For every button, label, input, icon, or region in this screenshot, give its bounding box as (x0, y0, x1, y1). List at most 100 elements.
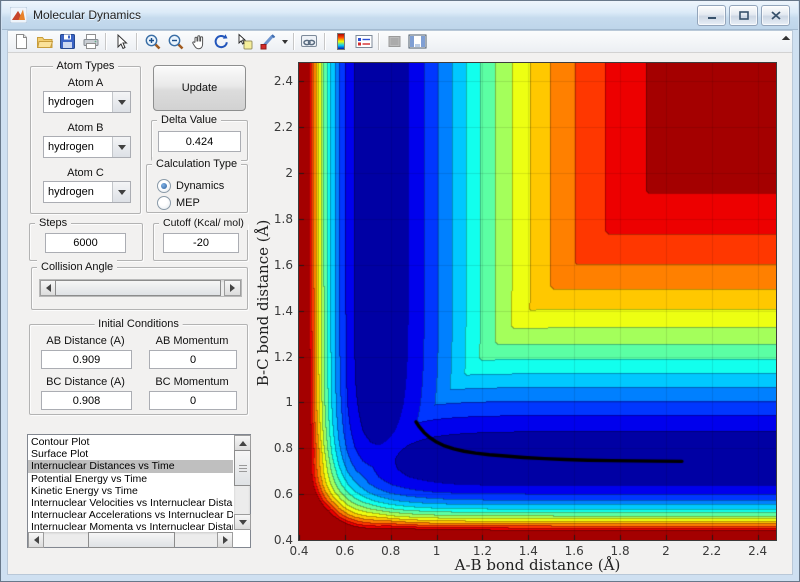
new-figure-icon (16, 34, 27, 49)
atom-select-atom-a[interactable]: hydrogen (43, 91, 131, 113)
update-button[interactable]: Update (153, 65, 246, 111)
toolbar-separator (136, 33, 138, 50)
atom-label-atom-a: Atom A (67, 77, 104, 89)
edit-plot-icon (117, 33, 128, 50)
toolbar-separator (105, 33, 107, 50)
vscroll-down-button[interactable] (234, 514, 251, 530)
vscroll-up-button[interactable] (234, 435, 251, 451)
radio-dynamics[interactable]: Dynamics (157, 178, 224, 193)
combo-value: hydrogen (48, 141, 94, 153)
atom-select-atom-c[interactable]: hydrogen (43, 181, 131, 203)
ic-label-ab-momentum: AB Momentum (155, 335, 229, 347)
chevron-down-icon (117, 144, 126, 150)
window-controls (694, 5, 790, 26)
list-item[interactable]: Kinetic Energy vs Time (28, 485, 233, 497)
ic-field-ab-distance-a-[interactable]: 0.909 (41, 350, 132, 369)
list-item[interactable]: Potential Energy vs Time (28, 473, 233, 485)
list-item[interactable]: Contour Plot (28, 436, 233, 448)
rotate-3d-icon (214, 34, 228, 49)
y-tick-label: 2.4 (273, 74, 293, 89)
list-item[interactable]: Surface Plot (28, 448, 233, 460)
thumb-grip (238, 464, 247, 466)
dropdown-caret[interactable] (279, 32, 290, 51)
zoom-in-icon (145, 34, 161, 50)
list-hscrollbar[interactable] (28, 532, 233, 548)
zoom-in-button[interactable] (141, 32, 164, 51)
figure-toolbar (8, 31, 792, 53)
open-file-icon (36, 37, 53, 48)
radio-label: MEP (176, 196, 200, 209)
hscroll-right-button[interactable] (217, 532, 233, 548)
insert-legend-icon (355, 35, 372, 48)
matlab-logo-icon (10, 7, 27, 23)
ic-field-ab-momentum[interactable]: 0 (149, 350, 237, 369)
collision-angle-title: Collision Angle (37, 260, 118, 274)
toolbar-separator (293, 33, 295, 50)
list-item[interactable]: Internuclear Accelerations vs Internucle… (28, 509, 233, 521)
ic-field-bc-distance-a-[interactable]: 0.908 (41, 391, 132, 410)
combo-value: hydrogen (48, 96, 94, 108)
atom-types-title: Atom Types (52, 59, 119, 73)
radio-mep[interactable]: MEP (157, 195, 200, 210)
open-file-button[interactable] (33, 32, 56, 51)
left-arrow-icon (46, 284, 51, 292)
data-cursor-button[interactable] (233, 32, 256, 51)
ic-label-ab-distance-a-: AB Distance (A) (46, 335, 125, 347)
brush-button[interactable] (256, 32, 279, 51)
hscroll-left-button[interactable] (28, 532, 44, 548)
right-arrow-icon (230, 284, 235, 292)
collision-angle-slider[interactable] (39, 279, 242, 297)
x-axis-label: A-B bond distance (Å) (454, 556, 621, 574)
list-item[interactable]: Internuclear Distances vs Time (28, 460, 233, 473)
data-cursor-icon (238, 33, 253, 50)
update-button-label: Update (181, 82, 218, 94)
show-plot-tools-button[interactable] (406, 32, 429, 51)
list-item[interactable]: Internuclear Velocities vs Internuclear … (28, 497, 233, 509)
combo-arrow-button[interactable] (112, 137, 130, 157)
link-plot-button[interactable] (298, 32, 321, 51)
combo-arrow-button[interactable] (112, 92, 130, 112)
atom-label-atom-c: Atom C (67, 167, 104, 179)
hide-plot-tools-button[interactable] (383, 32, 406, 51)
atom-select-atom-b[interactable]: hydrogen (43, 136, 131, 158)
delta-value-field[interactable]: 0.424 (158, 131, 241, 152)
toolbar-separator (324, 33, 326, 50)
dropdown-caret-icon (281, 40, 288, 44)
vscroll-thumb[interactable] (234, 450, 251, 486)
pan-button[interactable] (187, 32, 210, 51)
cutoff-title: Cutoff (Kcal/ mol) (159, 216, 248, 230)
insert-colorbar-button[interactable] (329, 32, 352, 51)
title-bar[interactable]: Molecular Dynamics (2, 1, 798, 30)
rotate-3d-button[interactable] (210, 32, 233, 51)
slider-right-arrow[interactable] (224, 280, 241, 296)
slider-thumb[interactable] (55, 280, 221, 296)
calculation-type-panel: Calculation Type Dynamics MEP (146, 157, 248, 213)
left-arrow-icon (33, 536, 39, 544)
steps-field[interactable]: 6000 (45, 233, 126, 253)
print-figure-icon (83, 34, 98, 49)
radio-button-icon[interactable] (157, 195, 171, 210)
list-vscrollbar[interactable] (234, 435, 251, 530)
insert-legend-button[interactable] (352, 32, 375, 51)
window-title: Molecular Dynamics (33, 8, 142, 22)
maximize-button[interactable] (729, 5, 758, 26)
cutoff-field[interactable]: -20 (163, 233, 239, 253)
minimize-button[interactable] (697, 5, 726, 26)
up-arrow-icon (238, 440, 247, 446)
radio-button-icon[interactable] (157, 178, 171, 193)
toolbar-separator (378, 33, 380, 50)
steps-panel: Steps 6000 (29, 216, 143, 261)
save-figure-button[interactable] (56, 32, 79, 51)
thumb-grip (238, 470, 247, 472)
edit-plot-button[interactable] (110, 32, 133, 51)
brush-icon (260, 34, 276, 50)
combo-arrow-button[interactable] (112, 182, 130, 202)
zoom-out-icon (168, 34, 184, 50)
plot-type-listbox[interactable]: Contour Plot Surface Plot Internuclear Dis… (27, 434, 251, 548)
ic-field-bc-momentum[interactable]: 0 (149, 391, 237, 410)
print-figure-button[interactable] (79, 32, 102, 51)
new-figure-button[interactable] (10, 32, 33, 51)
hscroll-thumb[interactable] (88, 532, 175, 548)
close-button[interactable] (761, 5, 790, 26)
zoom-out-button[interactable] (164, 32, 187, 51)
